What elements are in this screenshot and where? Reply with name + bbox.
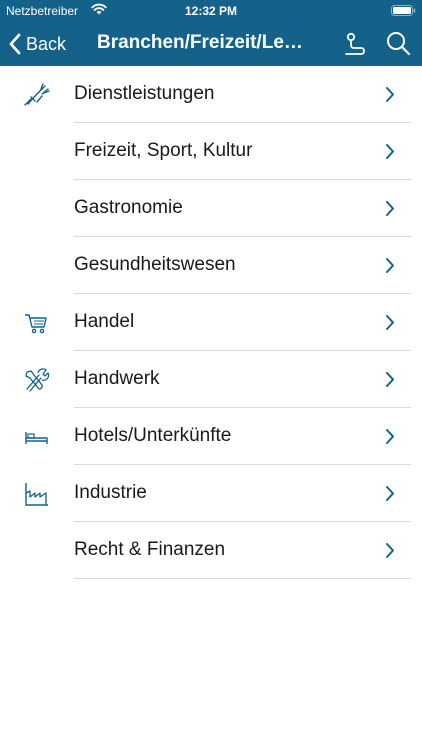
services-icon <box>24 83 50 106</box>
category-item-industrie[interactable]: Industrie <box>0 465 422 522</box>
back-label: Back <box>26 33 67 54</box>
category-item-handwerk[interactable]: Handwerk <box>0 351 422 408</box>
category-list: Dienstleistungen Freizeit, Sport, Kultur… <box>0 66 422 579</box>
category-item-handel[interactable]: Handel <box>0 294 422 351</box>
row-divider <box>74 578 411 579</box>
category-label: Handwerk <box>74 368 160 389</box>
category-label: Freizeit, Sport, Kultur <box>74 140 253 161</box>
chevron-left-icon <box>9 33 21 55</box>
navigation-bar: Back Branchen/Freizeit/Le… <box>0 22 422 66</box>
category-item-hotels[interactable]: Hotels/Unterkünfte <box>0 408 422 465</box>
category-item-freizeit[interactable]: Freizeit, Sport, Kultur <box>0 123 422 180</box>
category-label: Industrie <box>74 482 147 503</box>
route-icon[interactable] <box>341 31 367 57</box>
category-label: Hotels/Unterkünfte <box>74 425 232 446</box>
status-bar: Netzbetreiber 12:32 PM <box>0 0 422 22</box>
app-header: Netzbetreiber 12:32 PM Back Branchen/Fre… <box>0 0 422 66</box>
category-item-gesundheitswesen[interactable]: Gesundheitswesen <box>0 237 422 294</box>
category-label: Handel <box>74 311 135 332</box>
chevron-right-icon <box>386 372 394 387</box>
status-time: 12:32 PM <box>184 4 238 18</box>
chevron-right-icon <box>386 144 394 159</box>
chevron-right-icon <box>386 201 394 216</box>
search-icon[interactable] <box>385 30 411 56</box>
chevron-right-icon <box>386 258 394 273</box>
tools-icon <box>25 368 50 392</box>
bed-icon <box>25 432 48 444</box>
chevron-right-icon <box>386 543 394 558</box>
category-item-recht-finanzen[interactable]: Recht & Finanzen <box>0 522 422 579</box>
chevron-right-icon <box>386 87 394 102</box>
page-title: Branchen/Freizeit/Le… <box>97 32 303 53</box>
chevron-right-icon <box>386 429 394 444</box>
category-label: Dienstleistungen <box>74 83 215 104</box>
category-label: Gesundheitswesen <box>74 254 236 275</box>
back-button[interactable]: Back <box>8 30 66 58</box>
factory-icon <box>25 483 48 506</box>
category-item-gastronomie[interactable]: Gastronomie <box>0 180 422 237</box>
category-label: Recht & Finanzen <box>74 539 226 560</box>
category-item-dienstleistungen[interactable]: Dienstleistungen <box>0 66 422 123</box>
category-label: Gastronomie <box>74 197 183 218</box>
battery-icon <box>391 5 416 16</box>
chevron-right-icon <box>386 486 394 501</box>
chevron-right-icon <box>386 315 394 330</box>
shopping-cart-icon <box>25 314 47 334</box>
